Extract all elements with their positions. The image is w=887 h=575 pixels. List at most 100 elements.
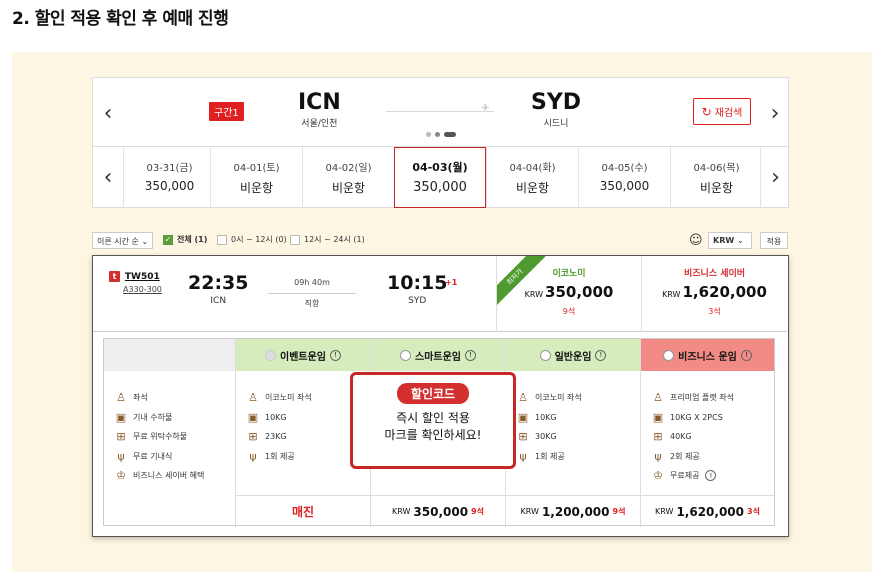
departure-block: 22:35 ICN xyxy=(188,272,248,306)
fare-item: ♔ 무료제공! xyxy=(652,466,774,486)
currency-select[interactable]: KRW ⌄ xyxy=(708,232,752,249)
economy-price: KRW 350,000 xyxy=(497,283,641,301)
fare-item: ▣ 10KG xyxy=(517,408,640,428)
fare-header[interactable]: 스마트운임 ! xyxy=(371,339,505,371)
checkbox-icon[interactable] xyxy=(217,234,227,245)
info-icon[interactable]: ! xyxy=(740,349,752,361)
fare-column-normal: 일반운임 ! ♙ 이코노미 좌석 ▣ 10KG ⊞ 30KG ψ 1회 제공 KRW 1… xyxy=(505,339,640,527)
fare-currency: KRW xyxy=(655,507,674,516)
radio-disabled-icon xyxy=(265,349,276,361)
economy-seats: 9석 xyxy=(562,307,576,316)
radio-icon[interactable] xyxy=(400,349,411,361)
fare-footer: 매진 xyxy=(236,495,370,527)
feature-row: ▣ 기내 수하물 xyxy=(115,408,235,428)
chevron-down-icon: ⌄ xyxy=(141,237,149,246)
chevron-left-icon[interactable]: ‹ xyxy=(93,147,123,208)
content-panel: ‹ 구간1 ICN 서울/인천 ✈ SYD 시드니 ↻ 재검색 › ‹ 03-3… xyxy=(12,52,872,572)
feature-label: 무료 위탁수하물 xyxy=(133,432,188,442)
fare-item-label: 10KG xyxy=(535,412,557,422)
date-cell[interactable]: 03-31(금) 350,000 xyxy=(123,147,215,208)
fare-item-label: 30KG xyxy=(535,432,557,442)
meal-icon: ψ xyxy=(519,449,527,463)
business-summary[interactable]: 비즈니스 세이버 KRW 1,620,000 3석 xyxy=(641,256,787,332)
checked-baggage-icon: ⊞ xyxy=(248,430,258,444)
fare-items: ♙ 프리미엄 플랫 좌석 ▣ 10KG X 2PCS ⊞ 40KG ψ 2회 제공 ♔ 무… xyxy=(641,371,774,486)
departure-time: 22:35 xyxy=(188,272,249,294)
info-icon[interactable]: ! xyxy=(595,349,607,361)
features-column: ♙ 좌석 ▣ 기내 수하물 ⊞ 무료 위탁수하물 ψ 무료 기내식 ♔ 비즈니스 세이버 … xyxy=(104,339,235,527)
page-title: 2. 할인 적용 확인 후 예매 진행 xyxy=(12,9,229,29)
date-cell[interactable]: 04-01(토) 비운항 xyxy=(210,147,302,208)
origin-code: ICN xyxy=(298,90,341,115)
callout-line: 마크를 확인하세요! xyxy=(384,428,482,442)
info-icon[interactable]: ! xyxy=(330,349,341,361)
flight-number[interactable]: TW501 xyxy=(125,272,160,282)
feature-row: ψ 무료 기내식 xyxy=(115,447,235,467)
fare-currency: KRW xyxy=(392,507,411,516)
radio-icon[interactable] xyxy=(539,349,551,361)
origin-city: ICN 서울/인천 xyxy=(298,90,341,129)
aircraft-type[interactable]: A330-300 xyxy=(123,285,162,294)
origin-name: 서울/인천 xyxy=(301,119,338,129)
apply-button[interactable]: 적용 xyxy=(760,232,788,249)
fare-currency: KRW xyxy=(520,507,539,516)
feature-label: 기내 수하물 xyxy=(133,412,173,422)
checkbox-checked-icon[interactable]: ✓ xyxy=(163,234,173,245)
sort-select[interactable]: 이른 시간 순 ⌄ xyxy=(92,232,154,249)
currency-label: KRW xyxy=(713,236,735,245)
date-cell[interactable]: 04-04(화) 비운항 xyxy=(486,147,578,208)
date-label: 04-01(토) xyxy=(233,163,280,174)
filter-am[interactable]: 0시 ~ 12시 (0) xyxy=(217,234,287,245)
pager-dot-active[interactable] xyxy=(444,132,456,137)
info-icon[interactable]: ! xyxy=(465,349,476,361)
research-button[interactable]: ↻ 재검색 xyxy=(693,98,751,125)
fare-footer[interactable]: KRW 1,620,000 3석 xyxy=(641,495,774,527)
research-label: 재검색 xyxy=(714,108,743,119)
business-amount: 1,620,000 xyxy=(682,283,767,301)
destination-code: SYD xyxy=(531,90,582,115)
checkbox-icon[interactable] xyxy=(290,234,300,245)
checked-baggage-icon: ⊞ xyxy=(653,430,663,444)
currency-icon: ☺ xyxy=(689,233,703,248)
date-cell[interactable]: 04-06(목) 비운항 xyxy=(670,147,762,208)
date-cell[interactable]: 04-05(수) 350,000 xyxy=(578,147,670,208)
fare-footer[interactable]: KRW 350,000 9석 xyxy=(371,495,505,527)
fare-price: 1,620,000 xyxy=(676,504,745,519)
fare-item-label: 10KG X 2PCS xyxy=(670,412,723,422)
feature-list: ♙ 좌석 ▣ 기내 수하물 ⊞ 무료 위탁수하물 ψ 무료 기내식 ♔ 비즈니스 세이버 … xyxy=(104,371,235,486)
fare-name: 스마트운임 xyxy=(415,351,461,363)
sold-out-label: 매진 xyxy=(291,505,315,519)
pager-dot[interactable] xyxy=(435,132,440,137)
feature-label: 비즈니스 세이버 혜택 xyxy=(133,471,205,481)
meal-icon: ψ xyxy=(654,449,662,463)
seat-icon: ♙ xyxy=(518,391,528,405)
arrival-time: 10:15 xyxy=(387,272,448,294)
crown-icon: ♔ xyxy=(653,469,663,483)
seat-icon: ♙ xyxy=(653,391,663,405)
segment-pager[interactable] xyxy=(426,132,456,137)
info-icon[interactable]: ! xyxy=(705,470,717,482)
filter-pm[interactable]: 12시 ~ 24시 (1) xyxy=(290,234,365,245)
filter-all[interactable]: ✓ 전체 (1) xyxy=(163,234,207,245)
plane-icon: ✈ xyxy=(481,103,490,114)
economy-summary[interactable]: 최저가 이코노미 KRW 350,000 9석 xyxy=(496,256,641,332)
seat-icon: ♙ xyxy=(248,391,258,405)
date-cell[interactable]: 04-02(일) 비운항 xyxy=(302,147,394,208)
chevron-left-icon[interactable]: ‹ xyxy=(93,78,123,148)
fare-item-label: 프리미엄 플랫 좌석 xyxy=(670,393,734,403)
radio-icon[interactable] xyxy=(663,349,675,361)
chevron-right-icon[interactable]: › xyxy=(760,78,790,148)
fare-item-label: 이코노미 좌석 xyxy=(535,393,582,403)
feature-label: 좌석 xyxy=(133,393,148,403)
date-cell-selected[interactable]: 04-03(월) 350,000 xyxy=(394,147,486,208)
chevron-right-icon[interactable]: › xyxy=(760,147,790,208)
fare-header[interactable]: 비즈니스 운임 ! xyxy=(641,339,774,371)
fare-price: 1,200,000 xyxy=(541,504,610,519)
fare-seats: 3석 xyxy=(747,507,760,516)
pager-dot[interactable] xyxy=(426,132,431,137)
fare-footer[interactable]: KRW 1,200,000 9석 xyxy=(506,495,640,527)
fare-header[interactable]: 일반운임 ! xyxy=(506,339,640,371)
filter-pm-label: 12시 ~ 24시 (1) xyxy=(304,235,365,244)
fare-seats: 9석 xyxy=(612,507,626,516)
discount-code-badge: 할인코드 xyxy=(396,383,470,404)
